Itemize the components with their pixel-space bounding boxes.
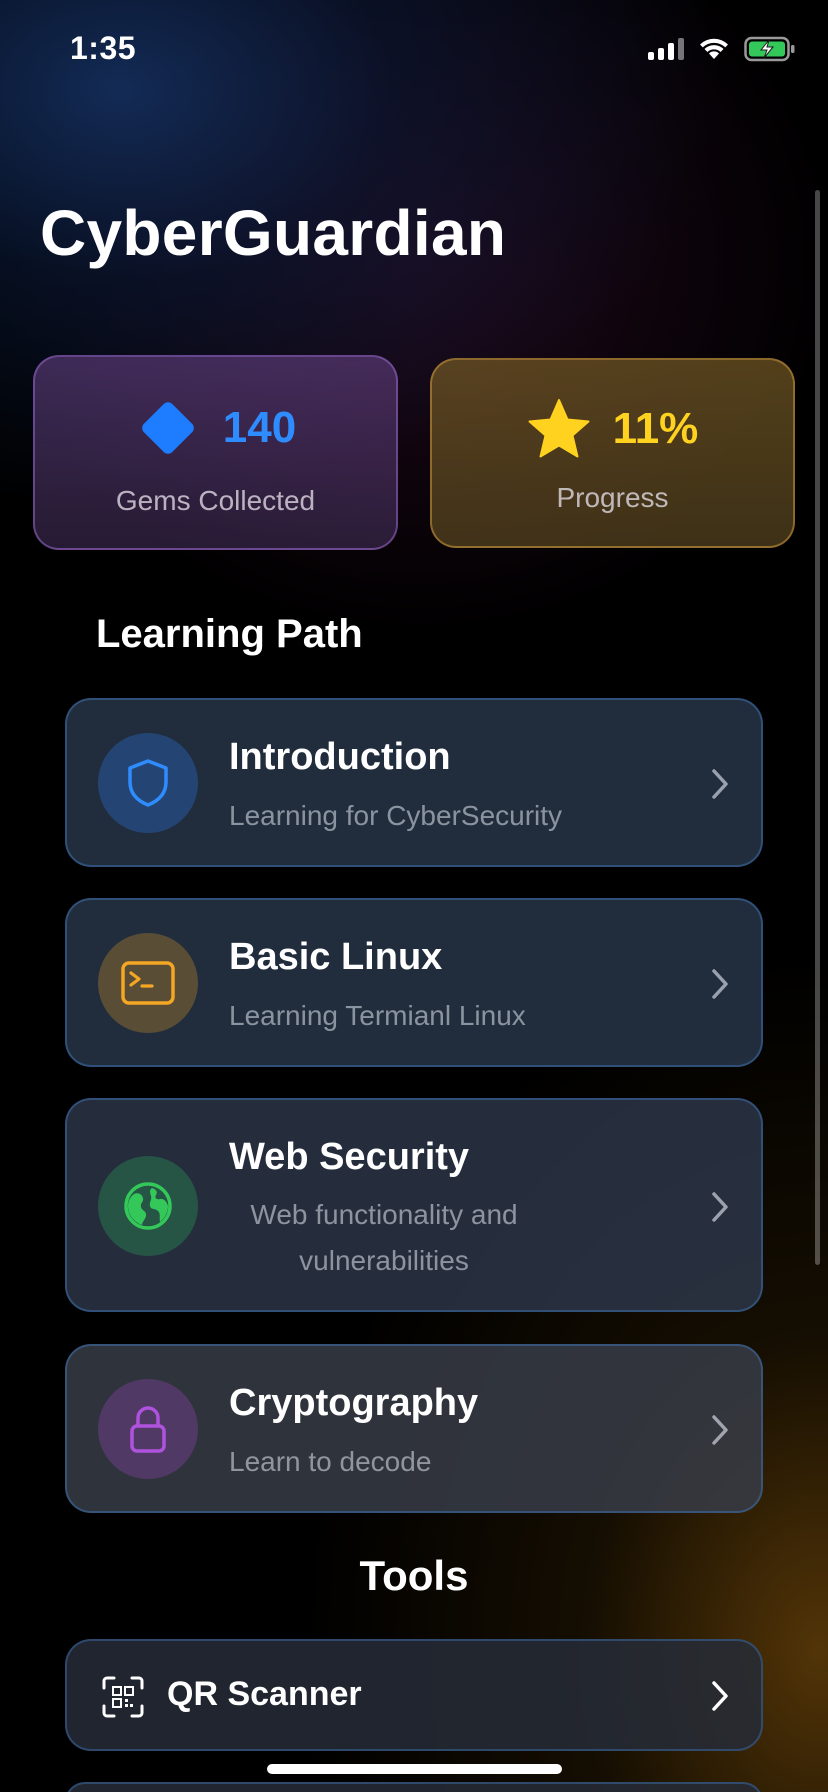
gems-count: 140 <box>222 403 297 452</box>
path-card-title: Introduction <box>229 736 451 778</box>
path-card-subtitle: Learn to decode <box>229 1446 432 1477</box>
progress-label: Progress <box>556 482 669 513</box>
app-title: CyberGuardian <box>40 197 507 269</box>
chevron-right-icon <box>712 1681 728 1711</box>
scroll-indicator[interactable] <box>815 190 820 1265</box>
shield-icon <box>128 759 168 807</box>
basic-linux-icon-badge <box>98 933 198 1033</box>
star-icon <box>528 399 590 458</box>
tools-title: Tools <box>359 1552 469 1599</box>
cryptography-icon-badge <box>98 1379 198 1479</box>
tool-row-qr-scanner[interactable]: QR Scanner <box>65 1639 763 1751</box>
path-card-title: Basic Linux <box>229 936 443 978</box>
battery-charging-icon <box>744 36 795 62</box>
chevron-right-icon <box>712 1415 728 1445</box>
cellular-signal-icon <box>648 38 684 60</box>
chevron-right-icon <box>712 969 728 999</box>
app-screen: 1:35 CyberGuardian 140 Gems Collected 11… <box>0 0 828 1792</box>
path-card-title: Cryptography <box>229 1382 479 1424</box>
web-security-icon-badge <box>98 1156 198 1256</box>
globe-icon <box>124 1182 172 1230</box>
path-card-basic-linux[interactable]: Basic Linux Learning Termianl Linux <box>65 898 763 1067</box>
qr-scan-icon <box>102 1676 144 1718</box>
gems-card: 140 Gems Collected <box>33 355 398 550</box>
tool-row-next[interactable] <box>65 1782 763 1792</box>
learning-path-title: Learning Path <box>96 612 363 656</box>
tool-label: QR Scanner <box>167 1675 362 1713</box>
terminal-icon <box>121 961 175 1005</box>
progress-value: 11% <box>612 404 699 453</box>
path-card-web-security[interactable]: Web Security Web functionality and vulne… <box>65 1098 763 1312</box>
status-bar: 1:35 <box>0 0 828 100</box>
progress-card: 11% Progress <box>430 358 795 548</box>
path-card-subtitle: Learning Termianl Linux <box>229 1000 526 1031</box>
path-card-subtitle: Web functionality and vulnerabilities <box>250 1199 518 1276</box>
home-indicator[interactable] <box>267 1764 562 1774</box>
status-time: 1:35 <box>70 30 137 66</box>
gems-label: Gems Collected <box>115 485 316 516</box>
path-card-introduction[interactable]: Introduction Learning for CyberSecurity <box>65 698 763 867</box>
diamond-icon <box>141 402 194 454</box>
status-icons <box>648 36 796 62</box>
path-card-subtitle: Learning for CyberSecurity <box>229 800 563 831</box>
wifi-icon <box>700 38 728 59</box>
path-card-cryptography[interactable]: Cryptography Learn to decode <box>65 1344 763 1513</box>
chevron-right-icon <box>712 769 728 799</box>
introduction-icon-badge <box>98 733 198 833</box>
chevron-right-icon <box>712 1192 728 1222</box>
lock-icon <box>130 1406 166 1453</box>
path-card-title: Web Security <box>229 1136 470 1178</box>
